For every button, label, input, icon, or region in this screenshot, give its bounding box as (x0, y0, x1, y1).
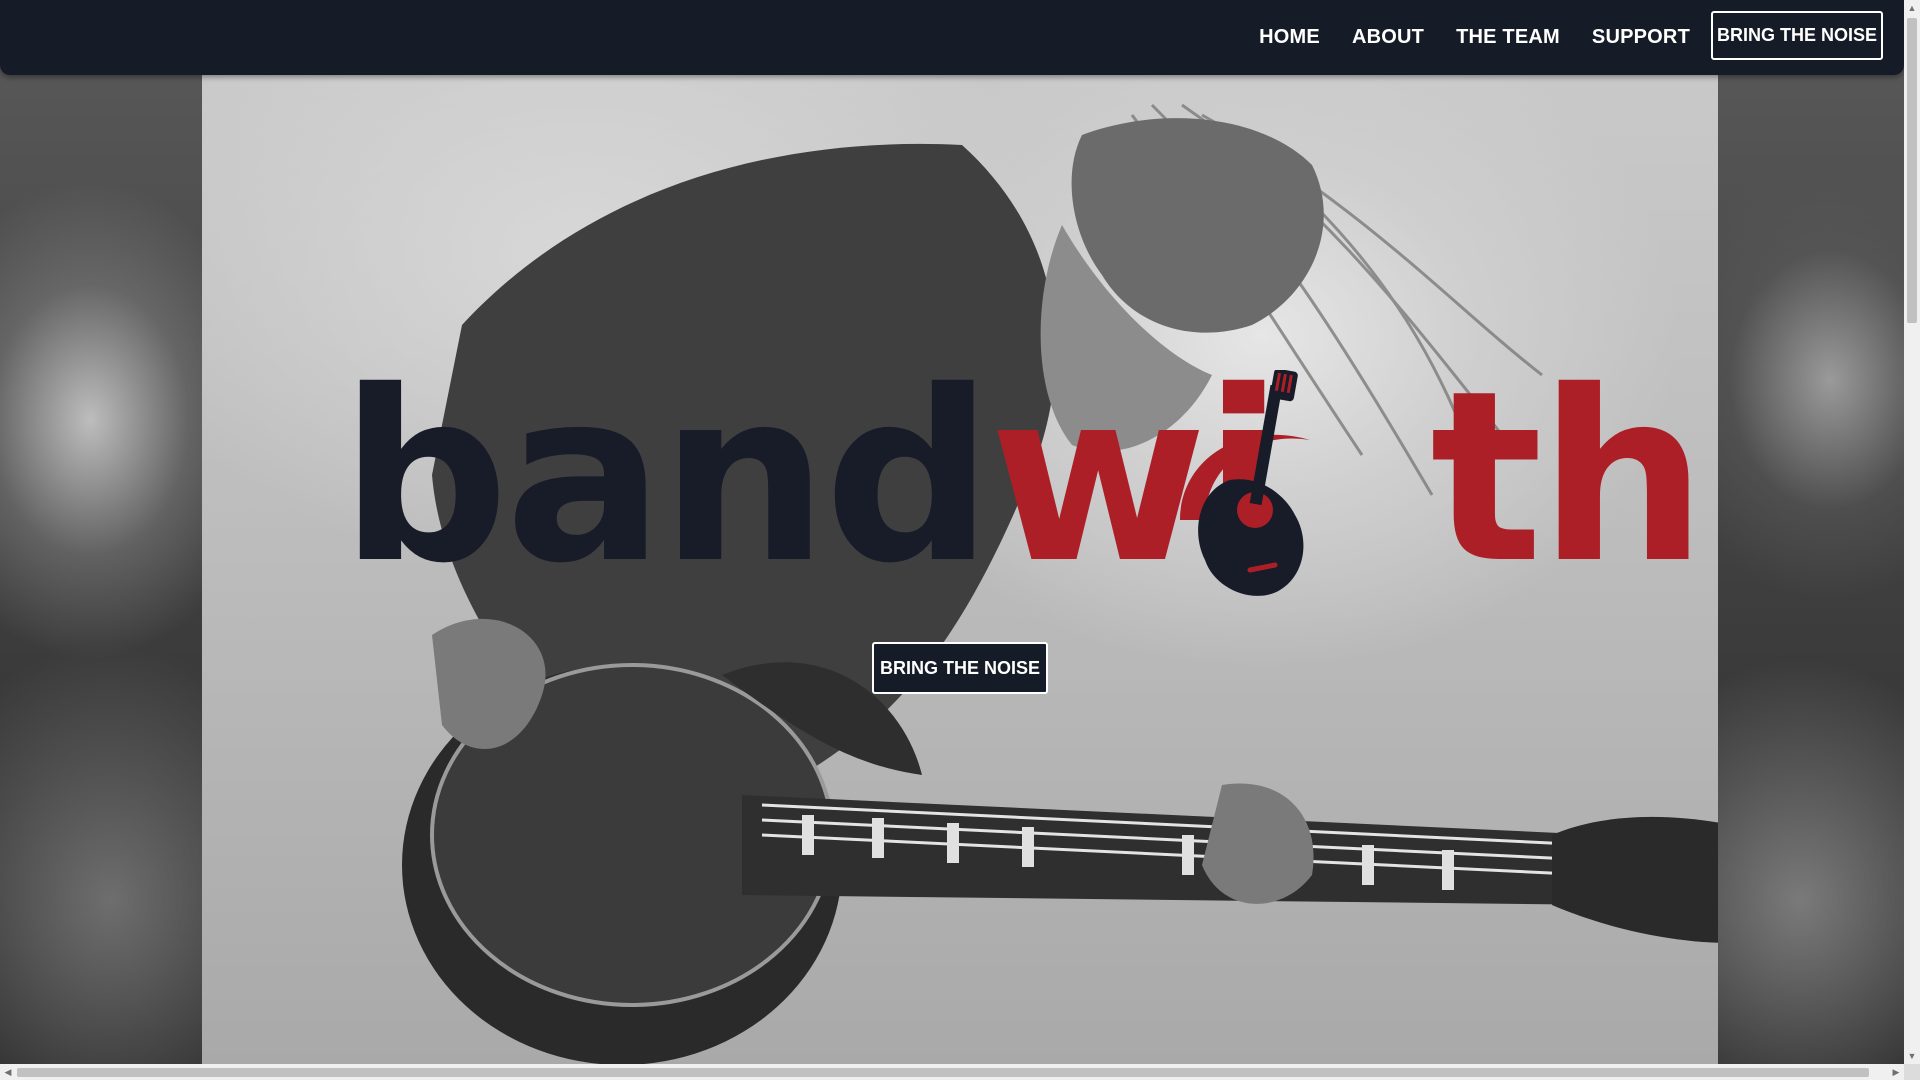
horizontal-scrollbar[interactable]: ◀ ▶ (0, 1064, 1904, 1080)
logo-wordmark: bandwi th (340, 360, 1707, 596)
logo-text-band: band (340, 340, 993, 615)
nav-about[interactable]: ABOUT (1352, 26, 1424, 49)
vertical-scroll-thumb[interactable] (1907, 18, 1917, 323)
hero-bring-the-noise-button[interactable]: BRING THE NOISE (872, 642, 1048, 694)
scroll-left-icon[interactable]: ◀ (0, 1064, 16, 1080)
nav-home[interactable]: HOME (1259, 26, 1320, 49)
guitar-icon (1180, 370, 1310, 596)
horizontal-scroll-thumb[interactable] (17, 1068, 1869, 1077)
scroll-down-icon[interactable]: ▼ (1904, 1048, 1920, 1064)
vertical-scrollbar[interactable]: ▲ ▼ (1904, 0, 1920, 1064)
nav-links: HOME ABOUT THE TEAM SUPPORT (1259, 0, 1690, 75)
nav-the-team[interactable]: THE TEAM (1456, 26, 1560, 49)
nav-support[interactable]: SUPPORT (1592, 26, 1690, 49)
scrollbar-corner (1904, 1064, 1920, 1080)
nav-bring-the-noise-button[interactable]: BRING THE NOISE (1711, 11, 1883, 60)
logo-text-th: th (1430, 340, 1707, 615)
scroll-right-icon[interactable]: ▶ (1888, 1064, 1904, 1080)
top-navbar: HOME ABOUT THE TEAM SUPPORT BRING THE NO… (0, 0, 1904, 75)
scroll-up-icon[interactable]: ▲ (1904, 0, 1920, 16)
bandwidth-logo: bandwi th (340, 360, 1707, 620)
